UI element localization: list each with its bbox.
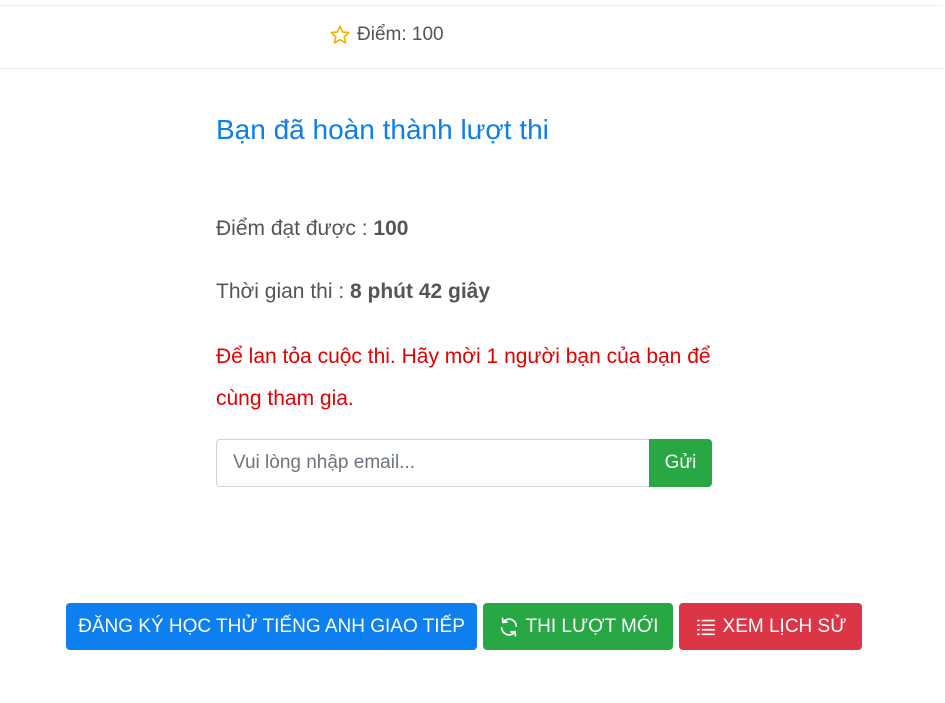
invite-form: Gửi — [216, 439, 712, 487]
top-bar: Điểm: 100 — [0, 5, 943, 69]
new-attempt-label: THI LƯỢT MỚI — [525, 615, 659, 637]
score-stat-label: Điểm đạt được : — [216, 217, 374, 240]
score-stat-value: 100 — [373, 217, 409, 240]
score-stat: Điểm đạt được : 100 — [216, 217, 408, 241]
view-history-label: XEM LỊCH SỬ — [722, 615, 847, 637]
view-history-button[interactable]: XEM LỊCH SỬ — [679, 603, 862, 650]
new-attempt-button[interactable]: THI LƯỢT MỚI — [483, 603, 673, 650]
refresh-icon — [498, 616, 520, 638]
time-stat-label: Thời gian thi : — [216, 280, 350, 303]
score-badge-label: Điểm: 100 — [357, 24, 444, 45]
register-trial-button[interactable]: ĐĂNG KÝ HỌC THỬ TIẾNG ANH GIAO TIẾP — [66, 603, 477, 650]
send-button[interactable]: Gửi — [649, 439, 712, 487]
time-stat-value: 8 phút 42 giây — [350, 280, 491, 303]
star-icon — [329, 24, 351, 46]
action-bar: ĐĂNG KÝ HỌC THỬ TIẾNG ANH GIAO TIẾP THI … — [66, 603, 862, 650]
time-stat: Thời gian thi : 8 phút 42 giây — [216, 280, 490, 304]
page-title: Bạn đã hoàn thành lượt thi — [216, 114, 549, 145]
score-badge: Điểm: 100 — [329, 24, 444, 46]
invite-message: Để lan tỏa cuộc thi. Hãy mời 1 người bạn… — [216, 345, 711, 410]
register-trial-label: ĐĂNG KÝ HỌC THỬ TIẾNG ANH GIAO TIẾP — [78, 615, 465, 637]
email-input[interactable] — [216, 439, 649, 487]
list-icon — [695, 616, 717, 638]
